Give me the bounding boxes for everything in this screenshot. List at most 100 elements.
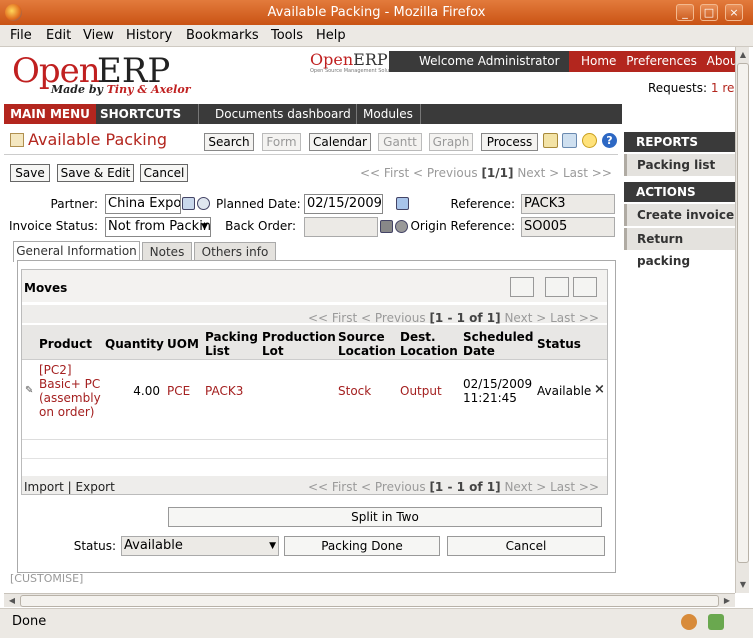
search-view-button[interactable]: Search xyxy=(204,133,254,151)
col-scheduled-date[interactable]: Scheduled Date xyxy=(463,330,533,358)
moves-pager-first[interactable]: << First xyxy=(308,480,357,494)
import-link[interactable]: Import xyxy=(24,480,64,494)
origin-reference-field[interactable]: SO005 xyxy=(521,217,615,237)
action-create-invoice[interactable]: Create invoice xyxy=(624,204,735,226)
moves-pager-first[interactable]: << First xyxy=(308,311,357,325)
scroll-up-icon[interactable]: ▲ xyxy=(737,49,749,61)
open-folder-icon[interactable] xyxy=(182,197,195,210)
dropdown-arrow-icon: ▼ xyxy=(269,541,276,551)
moves-pager-last[interactable]: Last >> xyxy=(550,480,599,494)
partner-field[interactable]: China Export xyxy=(105,194,181,214)
moves-pager-previous[interactable]: < Previous xyxy=(361,311,426,325)
print-icon[interactable] xyxy=(545,277,569,297)
edit-pencil-icon[interactable]: ✎ xyxy=(25,385,33,396)
close-window-button[interactable]: × xyxy=(725,4,743,21)
requests-count-link[interactable]: 1 re xyxy=(711,81,735,95)
scroll-left-icon[interactable]: ◀ xyxy=(6,595,18,607)
moves-pager-next[interactable]: Next > xyxy=(504,480,546,494)
cancel-packing-button[interactable]: Cancel xyxy=(447,536,605,556)
gantt-view-button[interactable]: Gantt xyxy=(378,133,422,151)
process-view-button[interactable]: Process xyxy=(481,133,538,151)
form-view-button[interactable]: Form xyxy=(262,133,301,151)
row-source-location[interactable]: Stock xyxy=(338,384,371,398)
clipboard-icon[interactable] xyxy=(543,133,558,148)
customise-link[interactable]: [CUSTOMISE] xyxy=(10,572,83,585)
back-order-field[interactable] xyxy=(304,217,378,237)
status-label: Status: xyxy=(73,539,116,553)
about-link[interactable]: About xyxy=(707,54,735,68)
save-and-edit-button[interactable]: Save & Edit xyxy=(57,164,134,182)
export-link[interactable]: Export xyxy=(76,480,115,494)
main-menu-link[interactable]: MAIN MENU xyxy=(4,104,96,124)
row-packing-list[interactable]: PACK3 xyxy=(205,384,243,398)
minimize-button[interactable]: _ xyxy=(676,4,694,21)
horizontal-scrollbar[interactable]: ◀ ▶ xyxy=(4,593,735,607)
packing-done-button[interactable]: Packing Done xyxy=(284,536,440,556)
horizontal-scroll-thumb[interactable] xyxy=(20,595,719,607)
search-icon[interactable] xyxy=(395,220,408,233)
reference-label: Reference: xyxy=(450,197,515,211)
action-return-packing[interactable]: Return packing xyxy=(624,228,735,268)
split-in-two-button[interactable]: Split in Two xyxy=(168,507,602,527)
moves-pager-next[interactable]: Next > xyxy=(504,311,546,325)
modules-shortcut[interactable]: Modules xyxy=(363,104,413,124)
status-select[interactable]: Available ▼ xyxy=(121,536,279,556)
col-uom[interactable]: UOM xyxy=(167,337,199,351)
row-dest-location[interactable]: Output xyxy=(400,384,442,398)
reference-field[interactable]: PACK3 xyxy=(521,194,615,214)
help-icon[interactable]: ? xyxy=(602,133,617,148)
maximize-button[interactable]: □ xyxy=(700,4,718,21)
menu-file[interactable]: File xyxy=(10,28,32,43)
menu-view[interactable]: View xyxy=(83,28,114,43)
col-status[interactable]: Status xyxy=(537,337,581,351)
moves-pager-previous[interactable]: < Previous xyxy=(361,480,426,494)
search-icon[interactable] xyxy=(197,197,210,210)
home-link[interactable]: Home xyxy=(581,54,616,68)
col-dest-location[interactable]: Dest. Location xyxy=(400,330,458,358)
col-packing-list[interactable]: Packing List xyxy=(205,330,258,358)
scroll-down-icon[interactable]: ▼ xyxy=(737,579,749,591)
calendar-view-button[interactable]: Calendar xyxy=(309,133,371,151)
cancel-button[interactable]: Cancel xyxy=(140,164,188,182)
pager-next[interactable]: Next > xyxy=(517,166,559,180)
addon-icon[interactable] xyxy=(681,614,697,630)
row-uom[interactable]: PCE xyxy=(167,384,190,398)
pager-previous[interactable]: < Previous xyxy=(413,166,478,180)
security-status-icon[interactable] xyxy=(708,614,724,630)
new-icon[interactable] xyxy=(582,133,597,148)
preferences-link[interactable]: Preferences xyxy=(626,54,697,68)
calendar-icon[interactable] xyxy=(396,197,409,210)
delete-row-icon[interactable]: × xyxy=(594,382,605,397)
col-source-location[interactable]: Source Location xyxy=(338,330,396,358)
scroll-right-icon[interactable]: ▶ xyxy=(721,595,733,607)
save-button[interactable]: Save xyxy=(10,164,50,182)
menu-bookmarks[interactable]: Bookmarks xyxy=(186,28,259,43)
menu-history[interactable]: History xyxy=(126,28,172,43)
vertical-scroll-thumb[interactable] xyxy=(737,63,749,563)
list-view-icon[interactable] xyxy=(573,277,597,297)
pager-first[interactable]: << First xyxy=(360,166,409,180)
moves-pager: << First < Previous [1 - 1 of 1] Next > … xyxy=(308,311,599,325)
tab-others-info[interactable]: Others info xyxy=(194,242,276,262)
col-product[interactable]: Product xyxy=(39,337,92,351)
planned-date-field[interactable]: 02/15/2009 11:21:45 xyxy=(304,194,383,214)
copy-icon[interactable] xyxy=(562,133,577,148)
new-record-icon[interactable] xyxy=(510,277,534,297)
vertical-scrollbar[interactable]: ▲ ▼ xyxy=(735,47,749,593)
record-pager: << First < Previous [1/1] Next > Last >> xyxy=(360,166,612,180)
moves-pager-last[interactable]: Last >> xyxy=(550,311,599,325)
menu-tools[interactable]: Tools xyxy=(271,28,303,43)
graph-view-button[interactable]: Graph xyxy=(429,133,473,151)
menu-help[interactable]: Help xyxy=(316,28,346,43)
tab-notes[interactable]: Notes xyxy=(142,242,192,262)
invoice-status-select[interactable]: Not from Packing ▼ xyxy=(105,217,211,237)
shortcuts-link[interactable]: SHORTCUTS xyxy=(100,104,181,124)
col-quantity[interactable]: Quantity xyxy=(105,337,164,351)
documents-dashboard-shortcut[interactable]: Documents dashboard xyxy=(215,104,351,124)
tab-general-information[interactable]: General Information xyxy=(13,241,140,262)
menu-edit[interactable]: Edit xyxy=(46,28,71,43)
open-folder-icon[interactable] xyxy=(380,220,393,233)
col-production-lot[interactable]: Production Lot xyxy=(262,330,336,358)
report-packing-list[interactable]: Packing list xyxy=(624,154,735,176)
pager-last[interactable]: Last >> xyxy=(563,166,612,180)
